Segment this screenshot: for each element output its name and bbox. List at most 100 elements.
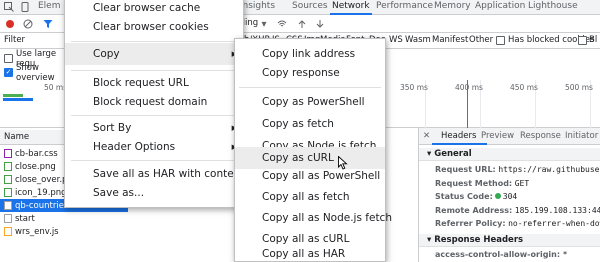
menu-item-label: Copy [93,48,120,60]
general-section-title: General [434,149,472,159]
tab-initiator[interactable]: Initiator [565,131,598,141]
file-document-icon [4,201,12,210]
tick-label: 450 ms [510,83,538,92]
request-name: start [15,213,35,224]
inspect-element-icon[interactable] [2,0,16,14]
menu-item-label: Sort By [93,122,132,134]
header-value: * [562,250,568,259]
large-rows-checkbox[interactable] [4,54,13,63]
menu-item-label: Block request domain [93,96,208,108]
tab-preview[interactable]: Preview [481,131,514,141]
tab-headers[interactable]: Headers [441,131,476,141]
details-tabbar: ✕ Headers Preview Response Initiator [419,128,600,145]
menu-item-block-domain[interactable]: Block request domain [65,91,243,113]
menu-item-label: Copy all as fetch [262,191,350,203]
menu-item-clear-cookies[interactable]: Clear browser cookies [65,16,243,38]
chevron-down-icon[interactable]: ▾ [260,19,268,30]
referrer-policy-row: Referrer Policy: no-referrer-when-downgr… [435,219,600,228]
header-value: https://raw.githubuserconten [498,165,600,174]
blocked-requests-checkbox[interactable] [578,36,587,45]
tab-network[interactable]: Network [332,1,370,11]
menu-item-copy-all-as-nodejs-fetch[interactable]: Copy all as Node.js fetch [235,207,392,229]
close-icon[interactable]: ✕ [423,131,430,141]
menu-separator [71,115,237,116]
filter-icon[interactable] [42,18,54,30]
menu-item-label: Copy all as HAR [262,248,346,260]
header-value: no-referrer-when-downgrade [508,219,600,228]
tab-response[interactable]: Response [520,131,561,141]
header-key: Request URL: [435,165,496,174]
tab-lighthouse[interactable]: Lighthouse [528,1,578,11]
menu-item-copy-all-as-powershell[interactable]: Copy all as PowerShell [235,165,385,187]
remote-address-row: Remote Address: 185.199.108.133:443 [435,206,600,215]
import-har-icon[interactable] [296,18,308,30]
tab-insights[interactable]: insights [240,1,275,11]
menu-item-label: Block request URL [93,77,189,89]
menu-item-save-as[interactable]: Save as... [65,182,243,204]
request-row[interactable]: start [0,212,128,225]
request-row[interactable]: wrs_env.js [0,225,128,238]
response-header-row: access-control-allow-origin: * [435,250,600,259]
file-document-icon [4,214,12,223]
file-image-icon [4,162,12,171]
menu-separator [71,160,237,161]
file-image-icon [4,188,12,197]
blocked-cookies-checkbox[interactable] [496,36,505,45]
tab-sources[interactable]: Sources [292,1,328,11]
menu-item-copy-as-fetch[interactable]: Copy as fetch [235,113,385,135]
online-status-icon[interactable] [276,18,288,30]
menu-item-label: Copy response [262,67,340,79]
request-name: wrs_env.js [15,226,59,237]
menu-item-label: Copy all as PowerShell [262,170,381,182]
header-key: Referrer Policy: [435,219,506,228]
tab-performance[interactable]: Performance [376,1,433,11]
clear-icon[interactable] [22,18,34,30]
file-image-icon [4,175,12,184]
tick-label: 400 ms [455,83,483,92]
menu-item-label: Clear browser cache [93,2,201,14]
response-headers-title: Response Headers [434,235,524,245]
tab-memory[interactable]: Memory [434,1,471,11]
device-toolbar-icon[interactable] [18,0,32,14]
menu-item-label: Copy as fetch [262,118,334,130]
header-key: Request Method: [435,179,513,188]
menu-separator [71,70,237,71]
filter-type-manifest[interactable]: Manifest [432,35,468,45]
filter-type-ws[interactable]: WS [389,35,403,45]
menu-item-copy-all-as-har[interactable]: Copy all as HAR [235,243,385,262]
header-value: 304 [502,192,518,201]
tick-label: 500 ms [565,83,593,92]
request-details-pane: ✕ Headers Preview Response Initiator ▾ G… [418,128,600,262]
menu-separator [71,41,237,42]
header-key: Remote Address: [435,206,513,215]
menu-item-copy-as-powershell[interactable]: Copy as PowerShell [235,91,385,113]
request-name: icon_19.png [15,187,67,198]
show-overview-option[interactable]: ✓ Show overview [0,63,70,83]
menu-item-copy-response[interactable]: Copy response [235,62,385,84]
request-method-row: Request Method: GET [435,179,600,188]
filter-type-other[interactable]: Other [469,35,493,45]
record-icon[interactable] [4,18,16,30]
menu-item-label: Header Options [93,141,176,153]
request-name: cb-bar.css [15,148,58,159]
tab-elements[interactable]: Elem [38,1,61,11]
header-value: 185.199.108.133:443 [514,206,600,215]
response-headers-section-header[interactable]: ▾ Response Headers [419,234,600,247]
request-url-row: Request URL: https://raw.githubuserconte… [435,165,600,174]
tick-label: 350 ms [400,83,428,92]
file-css-icon [4,149,12,158]
menu-separator [239,87,381,88]
menu-item-copy-all-as-fetch[interactable]: Copy all as fetch [235,186,385,208]
menu-item-copy[interactable]: Copy▶ [65,43,243,65]
menu-item-label: Clear browser cookies [93,21,209,33]
export-har-icon[interactable] [314,18,326,30]
filter-input[interactable]: Filter [4,35,25,45]
filter-type-wasm[interactable]: Wasm [405,35,431,45]
tab-application[interactable]: Application [475,1,525,11]
status-code-row: Status Code: 304 [435,192,600,201]
general-section-header[interactable]: ▾ General [419,148,600,161]
header-value: GET [514,179,530,188]
status-ok-icon [494,193,501,199]
show-overview-checkbox[interactable]: ✓ [4,68,13,77]
menu-item-header-options[interactable]: Header Options▶ [65,136,243,158]
